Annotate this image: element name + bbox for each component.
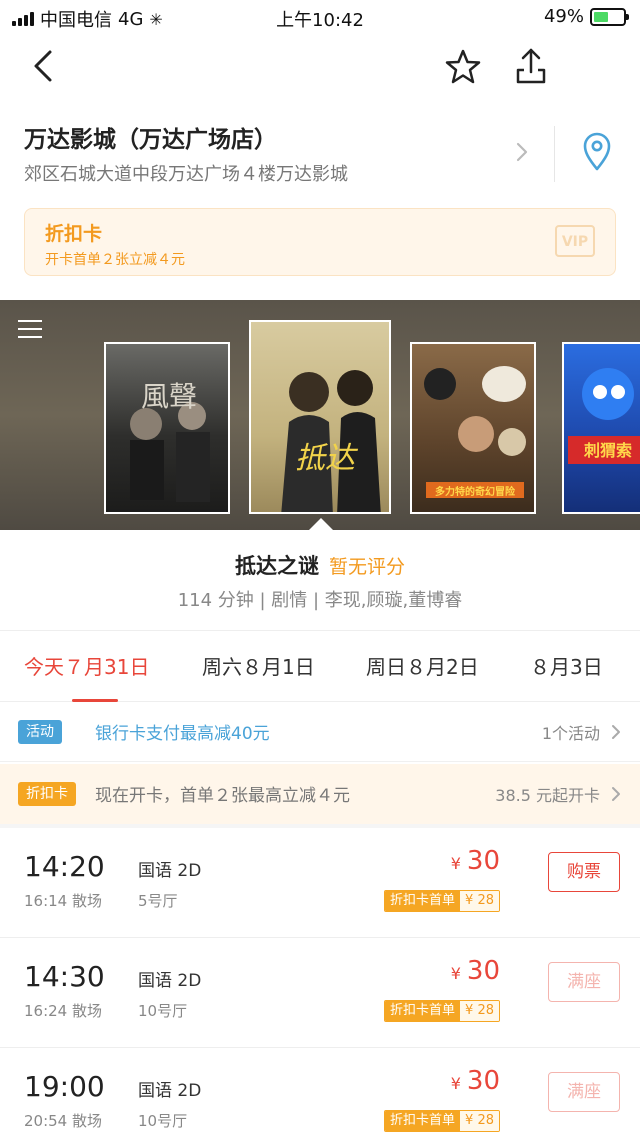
poster-sonic[interactable]: 刺猬索: [562, 342, 640, 514]
battery-icon: [590, 7, 629, 26]
card-promo-text: 现在开卡，首单２张最高立减４元: [95, 786, 350, 806]
hall: 10号厅: [138, 1002, 188, 1020]
favorite-star-icon[interactable]: [444, 48, 482, 86]
card-open-price: 38.5 元起开卡: [495, 786, 600, 805]
currency: ¥: [450, 854, 461, 873]
poster-fengsheng[interactable]: 風聲: [104, 342, 230, 514]
language-format: 国语 2D: [138, 861, 202, 881]
card-discount: 折扣卡首单 ¥ 28: [384, 1110, 500, 1132]
end-time: 20:54 散场: [24, 1112, 102, 1130]
sold-out-button[interactable]: 满座: [548, 1072, 620, 1112]
activity-promo-row[interactable]: 活动 银行卡支付最高减40元 1个活动: [0, 702, 640, 762]
nav-bar: [0, 34, 640, 98]
tab-aug-3[interactable]: ８月3日: [530, 651, 603, 680]
buy-ticket-button[interactable]: 购票: [548, 852, 620, 892]
end-time: 16:24 散场: [24, 1002, 102, 1020]
cinema-info[interactable]: 万达影城（万达广场店） 郊区石城大道中段万达广场４楼万达影城: [24, 118, 624, 188]
hall: 5号厅: [138, 892, 178, 910]
start-time: 14:30: [24, 960, 105, 993]
card-title: 折扣卡: [45, 223, 103, 245]
sold-out-button[interactable]: 满座: [548, 962, 620, 1002]
start-time: 19:00: [24, 1070, 105, 1103]
svg-text:多力特的奇幻冒险: 多力特的奇幻冒险: [435, 485, 516, 498]
cinema-name: 万达影城（万达广场店）: [24, 127, 277, 153]
language-format: 国语 2D: [138, 971, 202, 991]
movie-meta: 114 分钟 | 剧情 | 李现,顾璇,董博睿: [177, 590, 463, 611]
activity-text: 银行卡支付最高减40元: [95, 724, 270, 744]
poster-art: 多力特的奇幻冒险: [424, 366, 526, 498]
movie-title: 抵达之谜 暂无评分: [0, 550, 640, 580]
discount-label: 折扣卡首单: [385, 1001, 461, 1021]
price-value: 30: [466, 1066, 500, 1096]
discount-label: 折扣卡首单: [385, 1111, 461, 1131]
price-value: 30: [466, 846, 500, 876]
showtime-row[interactable]: 14:30 16:24 散场 国语 2D 10号厅 ¥30 折扣卡首单 ¥ 28 …: [0, 938, 640, 1048]
back-icon[interactable]: [26, 48, 62, 84]
tab-saturday[interactable]: 周六８月1日: [202, 651, 315, 680]
start-time: 14:20: [24, 850, 105, 883]
currency: ¥: [450, 964, 461, 983]
date-tabs: 今天７月31日 周六８月1日 周日８月2日 ８月3日: [0, 630, 640, 702]
discount-price: ¥ 28: [460, 1111, 499, 1131]
chevron-right-icon: [612, 725, 620, 739]
poster-carousel[interactable]: 風聲 抵达 多力特的奇幻冒险 刺猬索: [0, 300, 640, 530]
selected-poster-indicator: [309, 518, 333, 530]
price: ¥30: [451, 1066, 500, 1096]
chevron-right-icon: [612, 787, 620, 801]
price-value: 30: [466, 956, 500, 986]
card-promo-row[interactable]: 折扣卡 现在开卡，首单２张最高立减４元 38.5 元起开卡: [0, 764, 640, 824]
language-format: 国语 2D: [138, 1081, 202, 1101]
discount-price: ¥ 28: [460, 891, 499, 911]
share-icon[interactable]: [512, 46, 550, 86]
showtime-row[interactable]: 14:20 16:14 散场 国语 2D 5号厅 ¥30 折扣卡首单 ¥ 28 购…: [0, 828, 640, 938]
vip-icon: VIP: [555, 225, 595, 257]
discount-label: 折扣卡首单: [385, 891, 461, 911]
location-pin-icon[interactable]: [582, 132, 612, 172]
poster-didazhimi[interactable]: 抵达: [249, 320, 391, 514]
list-menu-icon[interactable]: [18, 320, 42, 340]
discount-card-banner[interactable]: 折扣卡 开卡首单２张立减４元 VIP: [24, 208, 616, 276]
price: ¥30: [451, 846, 500, 876]
price: ¥30: [451, 956, 500, 986]
card-tag: 折扣卡: [18, 782, 76, 806]
hall: 10号厅: [138, 1112, 188, 1130]
discount-price: ¥ 28: [460, 1001, 499, 1021]
svg-text:風聲: 風聲: [141, 380, 197, 413]
poster-art: 風聲: [130, 380, 210, 502]
tab-today[interactable]: 今天７月31日: [24, 651, 149, 680]
divider: [554, 126, 555, 182]
battery-percent: 49%: [543, 6, 584, 27]
end-time: 16:14 散场: [24, 892, 102, 910]
currency: ¥: [450, 1074, 461, 1093]
movie-name: 抵达之谜: [234, 554, 319, 578]
activity-count: 1个活动: [541, 724, 600, 743]
card-discount: 折扣卡首单 ¥ 28: [384, 1000, 500, 1022]
card-subtitle: 开卡首单２张立减４元: [45, 252, 185, 268]
tab-sunday[interactable]: 周日８月2日: [366, 651, 479, 680]
svg-text:抵达: 抵达: [295, 441, 359, 476]
poster-art: 抵达: [281, 370, 381, 512]
svg-text:刺猬索: 刺猬索: [583, 441, 632, 460]
cinema-address: 郊区石城大道中段万达广场４楼万达影城: [24, 164, 348, 185]
activity-tag: 活动: [18, 720, 62, 744]
status-bar: 中国电信 4G ✳ 上午10:42 49%: [0, 0, 640, 34]
poster-art: 刺猬索: [568, 368, 640, 464]
movie-score: 暂无评分: [328, 556, 405, 578]
poster-dolittle[interactable]: 多力特的奇幻冒险: [410, 342, 536, 514]
showtime-row[interactable]: 19:00 20:54 散场 国语 2D 10号厅 ¥30 折扣卡首单 ¥ 28 …: [0, 1048, 640, 1138]
card-discount: 折扣卡首单 ¥ 28: [384, 890, 500, 912]
chevron-right-icon[interactable]: [512, 138, 532, 166]
